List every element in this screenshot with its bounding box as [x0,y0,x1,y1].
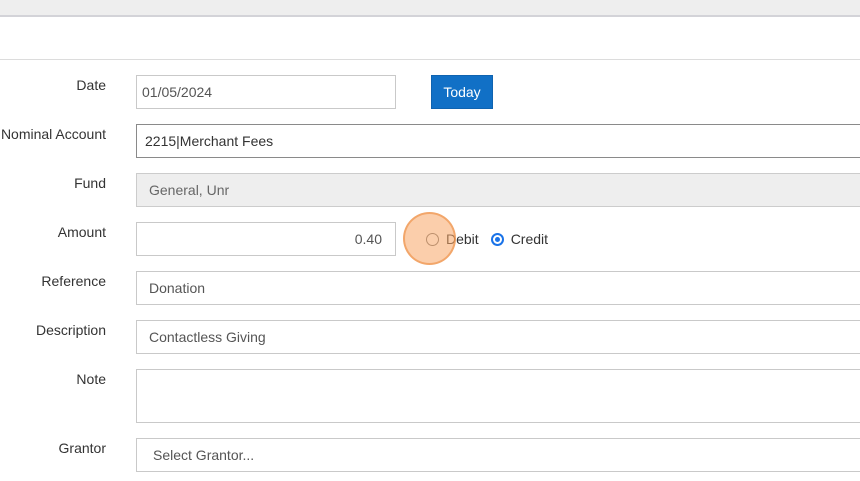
date-input[interactable]: 01/05/2024 [136,75,396,109]
debit-label[interactable]: Debit [446,231,479,247]
header-divider [0,59,860,60]
description-input[interactable]: Contactless Giving [136,320,860,354]
reference-value: Donation [149,280,206,296]
grantor-select[interactable]: Select Grantor... [136,438,860,472]
credit-radio[interactable] [490,232,504,246]
date-value: 01/05/2024 [142,84,213,100]
credit-label[interactable]: Credit [511,231,548,247]
fund-label: Fund [74,175,106,191]
nominal-account-value: 2215|Merchant Fees [145,133,274,149]
note-textarea[interactable] [136,369,860,423]
date-label: Date [76,77,106,93]
nominal-account-select[interactable]: 2215|Merchant Fees [136,124,860,158]
debit-radio[interactable] [426,232,439,246]
grantor-placeholder: Select Grantor... [153,447,255,463]
debit-credit-radio-group: Debit Credit [426,222,560,256]
description-label: Description [35,322,106,338]
today-button[interactable]: Today [431,75,493,109]
grantor-label: Grantor [58,440,106,456]
reference-input[interactable]: Donation [136,271,860,305]
reference-label: Reference [41,273,106,289]
description-value: Contactless Giving [149,329,266,345]
amount-label: Amount [57,224,106,240]
fund-input: General, Unr [136,173,860,207]
fund-value: General, Unr [149,182,230,198]
nominal-account-label: Nominal Account [0,126,106,142]
amount-value: 0.40 [354,231,382,247]
note-label: Note [76,371,106,387]
amount-input[interactable]: 0.40 [136,222,396,256]
top-toolbar-strip [0,0,860,17]
